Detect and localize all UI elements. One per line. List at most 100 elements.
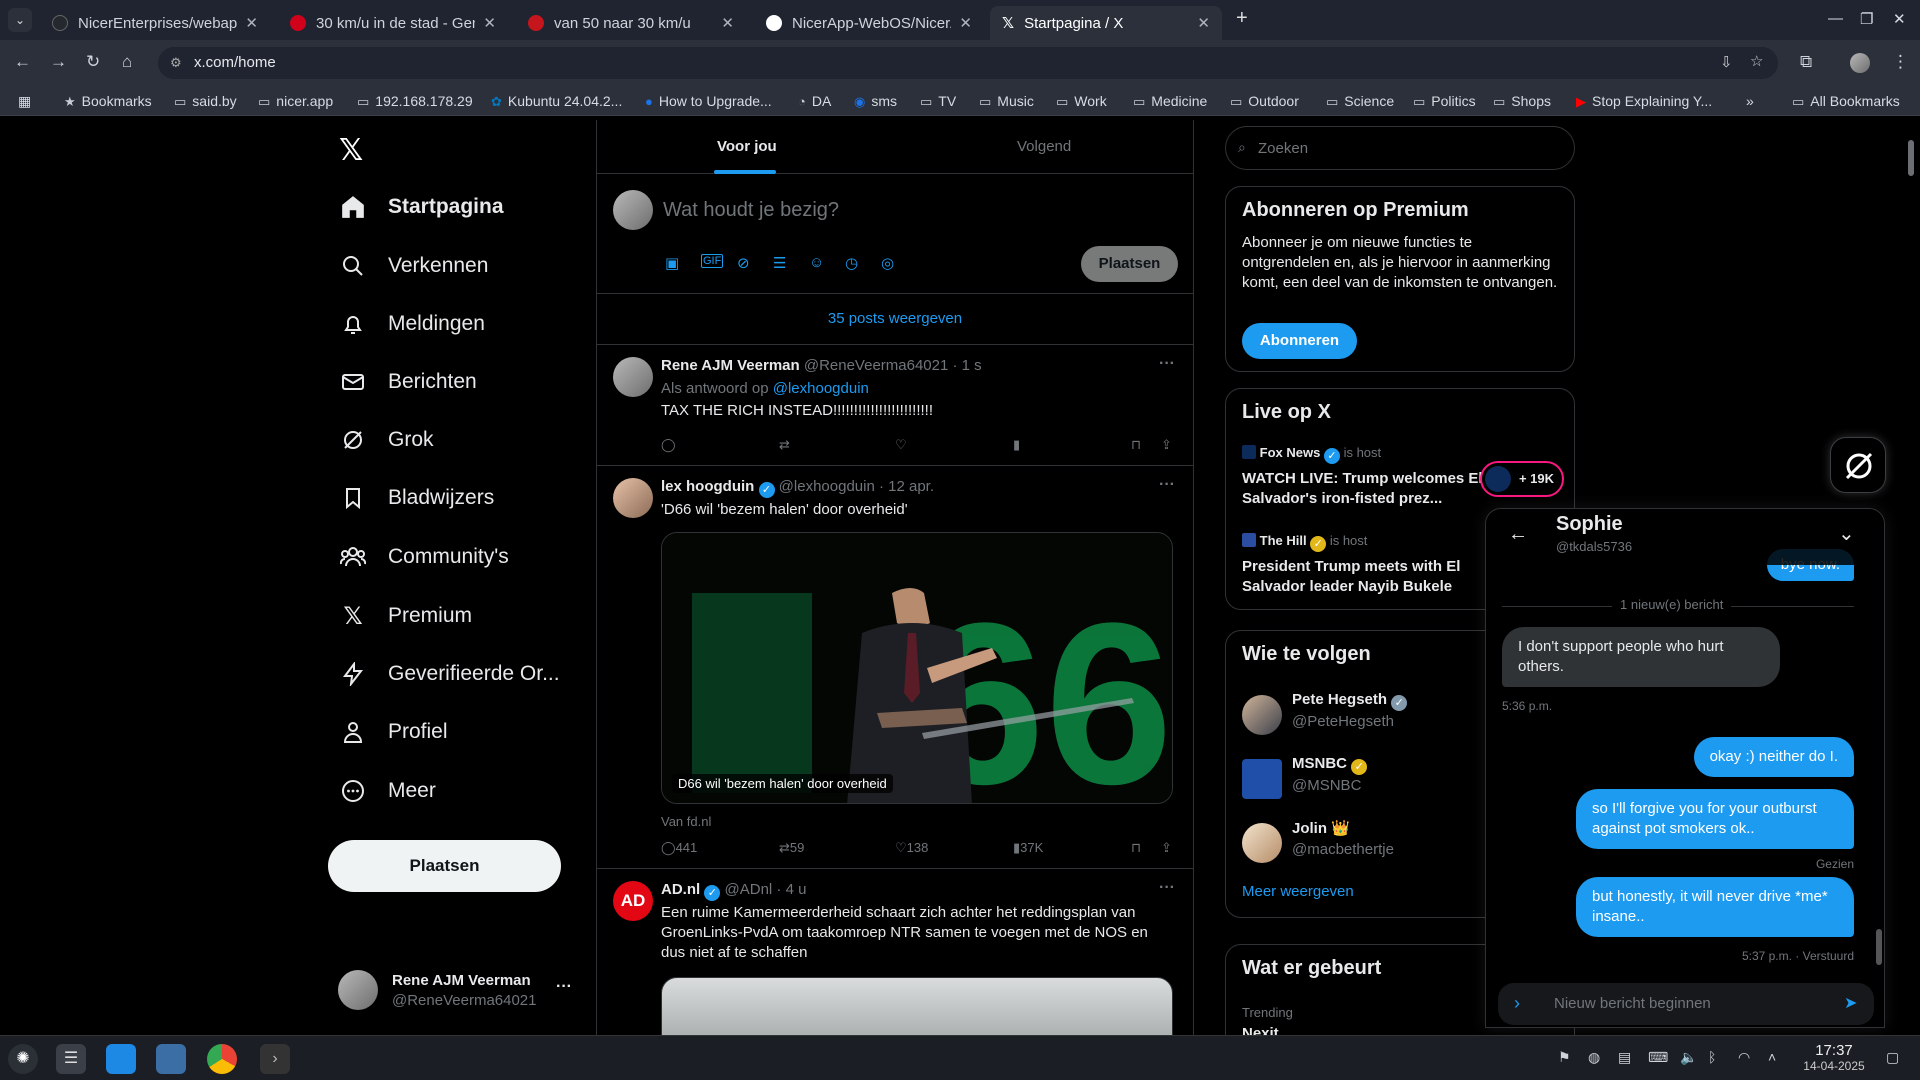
install-icon[interactable]: ⇩ <box>1720 53 1733 71</box>
dm-header[interactable]: ← Sophie @tkdals5736 ⌄ <box>1486 509 1884 565</box>
chrome-icon[interactable] <box>207 1044 237 1074</box>
extensions-icon[interactable]: ⧉ <box>1800 52 1812 72</box>
bookmark-item[interactable]: ◔ DA <box>798 93 831 109</box>
bookmark-item[interactable]: ▭ Medicine <box>1133 93 1207 110</box>
search-input[interactable]: ⌕ Zoeken <box>1225 126 1575 170</box>
close-tab-icon[interactable]: ✕ <box>959 14 972 32</box>
close-tab-icon[interactable]: ✕ <box>721 14 734 32</box>
message-bubble[interactable]: okay :) neither do I. <box>1693 737 1854 777</box>
show-more-link[interactable]: Meer weergeven <box>1242 883 1354 900</box>
bookmark-item[interactable]: ▶ Stop Explaining Y... <box>1576 93 1712 110</box>
message-bubble[interactable]: so I'll forgive you for your outburst ag… <box>1576 789 1854 849</box>
tweet-more-icon[interactable]: ··· <box>1159 879 1175 897</box>
bookmark-item[interactable]: ★ Bookmarks <box>64 93 152 110</box>
bookmark-item[interactable]: ▭ said.by <box>174 93 237 110</box>
nav-item-bookmarks[interactable]: Bladwijzers <box>340 478 494 518</box>
show-desktop-icon[interactable]: ▢ <box>1886 1049 1899 1066</box>
post-button[interactable]: Plaatsen <box>328 840 561 892</box>
close-tab-icon[interactable]: ✕ <box>245 14 258 32</box>
browser-tab[interactable]: NicerApp-WebOS/NicerApp✕ <box>754 6 984 40</box>
nav-item-verified-orgs[interactable]: Geverifieerde Or... <box>340 654 560 694</box>
address-bar[interactable]: ⚙ x.com/home ⇩ ☆ <box>158 47 1778 79</box>
like-button[interactable]: ♡ 138 <box>895 840 928 856</box>
poll-icon[interactable]: ☰ <box>773 254 786 272</box>
site-info-icon[interactable]: ⚙ <box>170 55 182 71</box>
avatar[interactable] <box>613 357 653 397</box>
show-new-posts[interactable]: 35 posts weergeven <box>597 294 1193 345</box>
bookmark-item[interactable]: ▭ Outdoor <box>1230 93 1299 110</box>
page-scrollbar[interactable] <box>1906 120 1916 1035</box>
file-manager-icon[interactable] <box>156 1044 186 1074</box>
tweet-media-image[interactable]: 66 D66 wil 'bezem halen' door overheid <box>661 532 1173 804</box>
dm-scrollbar[interactable] <box>1876 929 1882 965</box>
compose-input[interactable]: Wat houdt je bezig? <box>663 199 839 222</box>
close-window-icon[interactable]: ✕ <box>1893 10 1906 28</box>
collapse-icon[interactable]: ⌄ <box>1838 521 1855 546</box>
share-icon[interactable]: ⇪ <box>1161 840 1172 856</box>
message-input[interactable]: Nieuw bericht beginnen <box>1554 995 1711 1012</box>
back-icon[interactable]: ← <box>14 52 31 72</box>
bookmark-item[interactable]: ◉ sms <box>854 93 897 110</box>
terminal-icon[interactable]: › <box>260 1044 290 1074</box>
bookmark-icon[interactable]: ⊓ <box>1131 437 1141 453</box>
nav-item-communities[interactable]: Community's <box>340 537 509 577</box>
tweet-media-image[interactable] <box>661 977 1173 1035</box>
compose-post-button[interactable]: Plaatsen <box>1081 246 1178 282</box>
back-arrow-icon[interactable]: ← <box>1508 523 1528 546</box>
share-icon[interactable]: ⇪ <box>1161 437 1172 453</box>
apps-icon[interactable]: ▦ <box>18 93 31 110</box>
subscribe-button[interactable]: Abonneren <box>1242 323 1357 359</box>
bookmark-icon[interactable]: ⊓ <box>1131 840 1141 856</box>
bookmark-item[interactable]: ● How to Upgrade... <box>645 93 772 109</box>
live-item[interactable]: Fox News ✓ is host WATCH LIVE: Trump wel… <box>1242 445 1564 515</box>
bookmark-item[interactable]: ▭ Music <box>979 93 1034 110</box>
avatar[interactable] <box>613 478 653 518</box>
bookmark-item[interactable]: ▭ nicer.app <box>258 93 333 110</box>
bookmark-item[interactable]: ▭ Shops <box>1493 93 1551 110</box>
nav-item-more[interactable]: Meer <box>340 771 436 811</box>
profile-avatar[interactable] <box>1850 53 1870 73</box>
schedule-icon[interactable]: ◷ <box>845 254 858 272</box>
image-icon[interactable]: ▣ <box>665 254 679 272</box>
reply-to-link[interactable]: @lexhoogduin <box>773 380 869 397</box>
expand-icon[interactable]: › <box>1514 993 1520 1014</box>
bookmark-item[interactable]: ▭ Work <box>1056 93 1107 110</box>
nav-item-messages[interactable]: Berichten <box>340 362 477 402</box>
minimize-icon[interactable]: — <box>1828 10 1843 27</box>
notification-icon[interactable]: ⚑ <box>1558 1049 1571 1066</box>
views-icon[interactable]: ▮ <box>1013 437 1020 453</box>
volume-icon[interactable]: 🔈 <box>1680 1049 1697 1066</box>
x-logo-icon[interactable]: 𝕏 <box>339 133 363 168</box>
wifi-icon[interactable]: ◠ <box>1738 1049 1750 1066</box>
repost-button[interactable]: ⇄ 59 <box>779 840 804 856</box>
reply-icon[interactable]: ◯ <box>661 437 676 453</box>
new-tab-button[interactable]: + <box>1236 7 1248 30</box>
browser-tab[interactable]: van 50 naar 30 km/u ✕ <box>516 6 746 40</box>
browser-tab[interactable]: NicerEnterprises/webappO✕ <box>40 6 270 40</box>
bookmark-item[interactable]: ✿ Kubuntu 24.04.2... <box>491 93 622 110</box>
network-status-icon[interactable]: ◍ <box>1588 1049 1600 1066</box>
browser-tab-active[interactable]: 𝕏 Startpagina / X ✕ <box>990 6 1222 40</box>
bookmarks-more-icon[interactable]: » <box>1746 93 1754 109</box>
account-switcher[interactable]: Rene AJM Veerman @ReneVeerma64021 ··· <box>338 968 578 1014</box>
browser-tab[interactable]: 30 km/u in de stad - Geme ✕ <box>278 6 508 40</box>
message-bubble[interactable]: but honestly, it will never drive *me* i… <box>1576 877 1854 937</box>
system-settings-icon[interactable]: ☰ <box>56 1044 86 1074</box>
discover-icon[interactable] <box>106 1044 136 1074</box>
bookmark-item[interactable]: ▭ Politics <box>1413 93 1476 110</box>
nav-item-explore[interactable]: Verkennen <box>340 246 488 286</box>
scrollbar-thumb[interactable] <box>1908 140 1914 176</box>
tray-expand-icon[interactable]: ˄ <box>1768 1049 1776 1065</box>
home-button-icon[interactable]: ⌂ <box>122 52 132 72</box>
views-button[interactable]: ▮ 37K <box>1013 840 1043 856</box>
link-source[interactable]: Van fd.nl <box>661 812 1171 832</box>
nav-item-notifications[interactable]: Meldingen <box>340 304 485 344</box>
close-tab-icon[interactable]: ✕ <box>1197 14 1210 32</box>
bookmark-item[interactable]: ▭ 192.168.178.29 <box>357 93 473 110</box>
dm-composer[interactable]: › Nieuw bericht beginnen ➤ <box>1498 983 1874 1025</box>
forward-icon[interactable]: → <box>50 52 67 72</box>
tab-search-button[interactable]: ⌄ <box>8 8 32 32</box>
bookmark-item[interactable]: ▭ Science <box>1326 93 1394 110</box>
live-listener-badge[interactable]: + 19K <box>1480 461 1564 497</box>
bookmark-item[interactable]: ▭ TV <box>920 93 956 110</box>
